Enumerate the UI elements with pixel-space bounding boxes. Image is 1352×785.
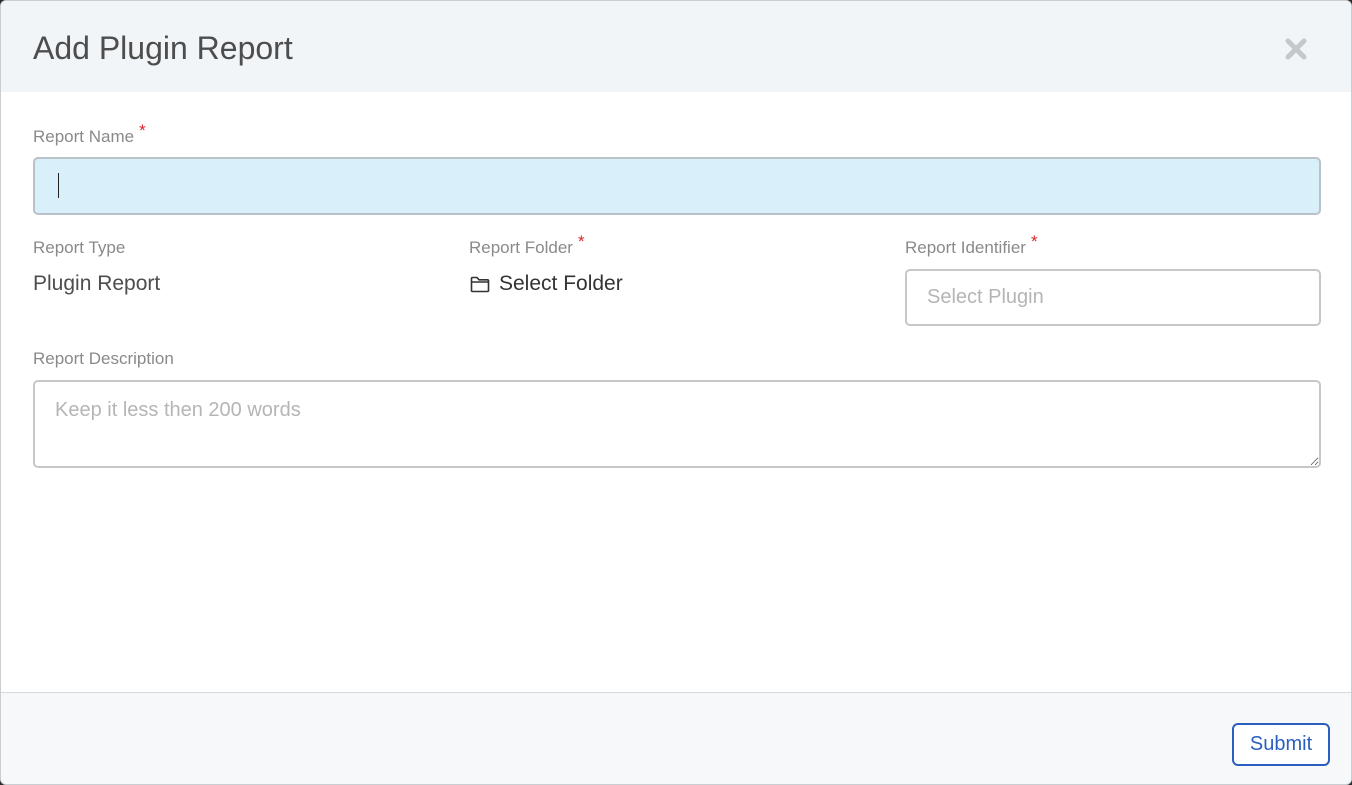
report-identifier-label-text: Report Identifier	[905, 238, 1026, 257]
report-description-textarea[interactable]	[33, 380, 1321, 468]
report-name-input[interactable]	[33, 157, 1321, 215]
report-type-label: Report Type	[33, 238, 125, 258]
select-folder-label: Select Folder	[499, 272, 623, 295]
submit-button[interactable]: Submit	[1232, 723, 1330, 766]
close-button[interactable]	[1281, 34, 1311, 64]
add-plugin-report-modal: Add Plugin Report Report Name * Report Ty…	[0, 0, 1352, 785]
text-caret	[58, 173, 59, 198]
select-plugin-input[interactable]	[905, 269, 1321, 326]
report-description-label: Report Description	[33, 349, 174, 369]
report-type-value: Plugin Report	[33, 272, 161, 295]
report-type-label-text: Report Type	[33, 238, 126, 257]
report-folder-label-text: Report Folder	[469, 238, 573, 257]
report-name-label-text: Report Name	[33, 127, 135, 146]
modal-footer: Submit	[1, 692, 1351, 784]
report-identifier-label: Report Identifier *	[905, 232, 1038, 258]
folder-icon	[470, 276, 490, 292]
modal-title: Add Plugin Report	[33, 30, 293, 66]
required-mark: *	[577, 232, 585, 251]
report-name-label: Report Name *	[33, 121, 146, 147]
required-mark: *	[139, 121, 146, 140]
required-mark: *	[1030, 232, 1038, 251]
close-icon	[1285, 38, 1307, 60]
select-folder-button[interactable]: Select Folder	[470, 271, 623, 297]
report-description-label-text: Report Description	[33, 349, 174, 368]
modal-header: Add Plugin Report	[1, 1, 1351, 92]
report-folder-label: Report Folder *	[469, 232, 585, 258]
